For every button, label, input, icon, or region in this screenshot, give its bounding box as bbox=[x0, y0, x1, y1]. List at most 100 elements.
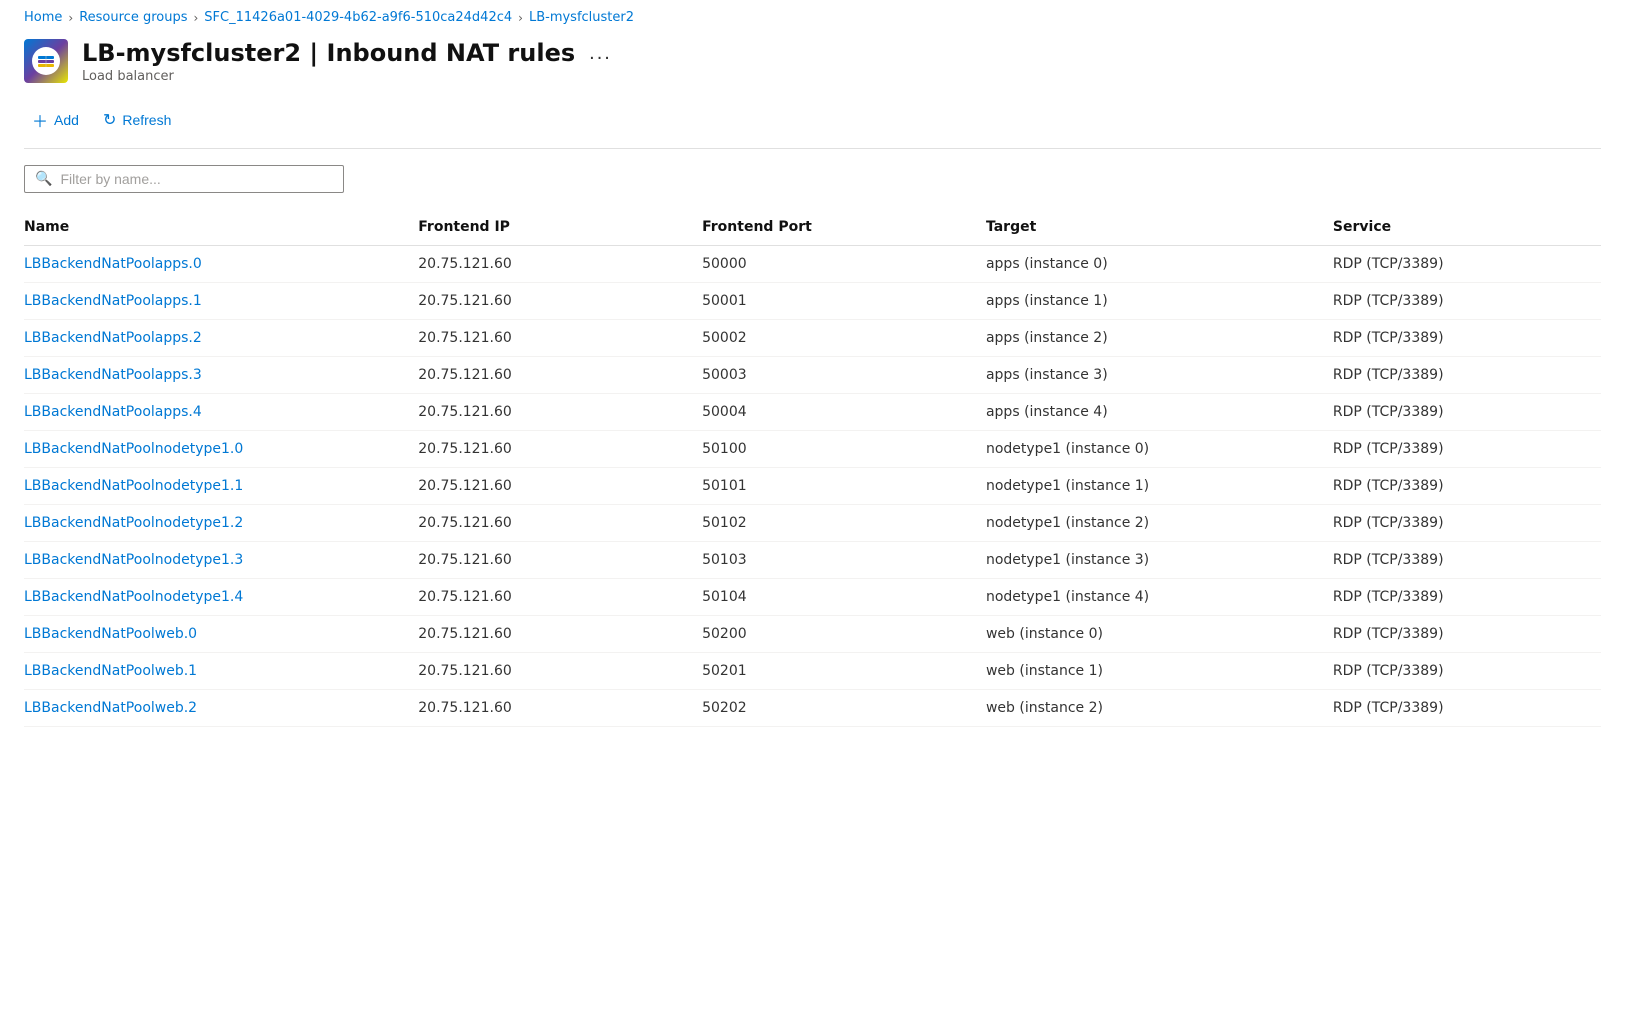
col-header-service: Service bbox=[1333, 209, 1601, 246]
cell-target: apps (instance 2) bbox=[986, 320, 1333, 357]
cell-service: RDP (TCP/3389) bbox=[1333, 505, 1601, 542]
nat-rule-link[interactable]: LBBackendNatPoolnodetype1.1 bbox=[24, 478, 243, 494]
cell-frontend-ip: 20.75.121.60 bbox=[418, 468, 702, 505]
cell-target: apps (instance 1) bbox=[986, 283, 1333, 320]
cell-frontend-port: 50201 bbox=[702, 653, 986, 690]
nat-rule-link[interactable]: LBBackendNatPoolnodetype1.3 bbox=[24, 552, 243, 568]
table-row: LBBackendNatPoolnodetype1.4 20.75.121.60… bbox=[24, 579, 1601, 616]
resource-icon bbox=[24, 39, 68, 83]
nat-rule-link[interactable]: LBBackendNatPoolapps.2 bbox=[24, 330, 202, 346]
nat-rule-link[interactable]: LBBackendNatPoolnodetype1.4 bbox=[24, 589, 243, 605]
breadcrumb-sep-1: › bbox=[68, 11, 73, 25]
cell-target: web (instance 0) bbox=[986, 616, 1333, 653]
cell-name: LBBackendNatPoolweb.0 bbox=[24, 616, 418, 653]
add-label: Add bbox=[54, 112, 79, 128]
cell-frontend-ip: 20.75.121.60 bbox=[418, 246, 702, 283]
cell-name: LBBackendNatPoolnodetype1.3 bbox=[24, 542, 418, 579]
cell-name: LBBackendNatPoolapps.2 bbox=[24, 320, 418, 357]
cell-frontend-ip: 20.75.121.60 bbox=[418, 320, 702, 357]
search-icon: 🔍 bbox=[35, 171, 52, 187]
cell-frontend-port: 50002 bbox=[702, 320, 986, 357]
cell-frontend-port: 50200 bbox=[702, 616, 986, 653]
nat-rule-link[interactable]: LBBackendNatPoolweb.2 bbox=[24, 700, 197, 716]
cell-service: RDP (TCP/3389) bbox=[1333, 320, 1601, 357]
page-title: LB-mysfcluster2 | Inbound NAT rules ... bbox=[82, 39, 616, 67]
cell-frontend-port: 50104 bbox=[702, 579, 986, 616]
cell-name: LBBackendNatPoolnodetype1.2 bbox=[24, 505, 418, 542]
breadcrumb: Home › Resource groups › SFC_11426a01-40… bbox=[0, 0, 1625, 31]
cell-name: LBBackendNatPoolnodetype1.1 bbox=[24, 468, 418, 505]
nat-rule-link[interactable]: LBBackendNatPoolweb.0 bbox=[24, 626, 197, 642]
cell-service: RDP (TCP/3389) bbox=[1333, 653, 1601, 690]
cell-frontend-ip: 20.75.121.60 bbox=[418, 357, 702, 394]
table-row: LBBackendNatPoolnodetype1.1 20.75.121.60… bbox=[24, 468, 1601, 505]
nat-rule-link[interactable]: LBBackendNatPoolapps.1 bbox=[24, 293, 202, 309]
cell-service: RDP (TCP/3389) bbox=[1333, 616, 1601, 653]
table-row: LBBackendNatPoolapps.1 20.75.121.60 5000… bbox=[24, 283, 1601, 320]
filter-container: 🔍 bbox=[24, 165, 344, 193]
filter-row: 🔍 bbox=[24, 165, 1601, 193]
cell-target: web (instance 2) bbox=[986, 690, 1333, 727]
nat-rule-link[interactable]: LBBackendNatPoolapps.4 bbox=[24, 404, 202, 420]
cell-target: nodetype1 (instance 0) bbox=[986, 431, 1333, 468]
breadcrumb-resource-groups[interactable]: Resource groups bbox=[79, 10, 187, 25]
refresh-label: Refresh bbox=[122, 112, 171, 128]
cell-frontend-ip: 20.75.121.60 bbox=[418, 505, 702, 542]
col-header-frontend-port: Frontend Port bbox=[702, 209, 986, 246]
add-button[interactable]: ＋ Add bbox=[24, 104, 87, 136]
nat-rules-table: Name Frontend IP Frontend Port Target Se… bbox=[24, 209, 1601, 727]
cell-service: RDP (TCP/3389) bbox=[1333, 394, 1601, 431]
refresh-icon: ↻ bbox=[103, 110, 116, 130]
cell-target: nodetype1 (instance 2) bbox=[986, 505, 1333, 542]
table-row: LBBackendNatPoolweb.2 20.75.121.60 50202… bbox=[24, 690, 1601, 727]
cell-name: LBBackendNatPoolapps.1 bbox=[24, 283, 418, 320]
breadcrumb-subscription[interactable]: SFC_11426a01-4029-4b62-a9f6-510ca24d42c4 bbox=[204, 10, 512, 25]
cell-name: LBBackendNatPoolnodetype1.0 bbox=[24, 431, 418, 468]
cell-target: nodetype1 (instance 3) bbox=[986, 542, 1333, 579]
main-content: 🔍 Name Frontend IP Frontend Port Target … bbox=[0, 149, 1625, 743]
cell-target: apps (instance 3) bbox=[986, 357, 1333, 394]
nat-rule-link[interactable]: LBBackendNatPoolnodetype1.2 bbox=[24, 515, 243, 531]
cell-name: LBBackendNatPoolweb.2 bbox=[24, 690, 418, 727]
nat-rule-link[interactable]: LBBackendNatPoolapps.0 bbox=[24, 256, 202, 272]
cell-frontend-port: 50004 bbox=[702, 394, 986, 431]
cell-target: apps (instance 4) bbox=[986, 394, 1333, 431]
resource-type-label: Load balancer bbox=[82, 69, 616, 84]
cell-name: LBBackendNatPoolnodetype1.4 bbox=[24, 579, 418, 616]
table-body: LBBackendNatPoolapps.0 20.75.121.60 5000… bbox=[24, 246, 1601, 727]
breadcrumb-resource[interactable]: LB-mysfcluster2 bbox=[529, 10, 634, 25]
table-header: Name Frontend IP Frontend Port Target Se… bbox=[24, 209, 1601, 246]
cell-frontend-port: 50102 bbox=[702, 505, 986, 542]
cell-name: LBBackendNatPoolweb.1 bbox=[24, 653, 418, 690]
nat-rule-link[interactable]: LBBackendNatPoolnodetype1.0 bbox=[24, 441, 243, 457]
cell-frontend-ip: 20.75.121.60 bbox=[418, 394, 702, 431]
header-text: LB-mysfcluster2 | Inbound NAT rules ... … bbox=[82, 39, 616, 84]
page-header: LB-mysfcluster2 | Inbound NAT rules ... … bbox=[0, 31, 1625, 96]
breadcrumb-home[interactable]: Home bbox=[24, 10, 62, 25]
table-row: LBBackendNatPoolweb.1 20.75.121.60 50201… bbox=[24, 653, 1601, 690]
cell-target: nodetype1 (instance 1) bbox=[986, 468, 1333, 505]
nat-rule-link[interactable]: LBBackendNatPoolapps.3 bbox=[24, 367, 202, 383]
cell-service: RDP (TCP/3389) bbox=[1333, 431, 1601, 468]
page-title-text: LB-mysfcluster2 | Inbound NAT rules bbox=[82, 39, 575, 67]
more-options-button[interactable]: ... bbox=[585, 42, 616, 65]
cell-frontend-port: 50202 bbox=[702, 690, 986, 727]
cell-name: LBBackendNatPoolapps.3 bbox=[24, 357, 418, 394]
table-row: LBBackendNatPoolweb.0 20.75.121.60 50200… bbox=[24, 616, 1601, 653]
cell-frontend-ip: 20.75.121.60 bbox=[418, 690, 702, 727]
table-row: LBBackendNatPoolapps.0 20.75.121.60 5000… bbox=[24, 246, 1601, 283]
col-header-name: Name bbox=[24, 209, 418, 246]
cell-frontend-port: 50100 bbox=[702, 431, 986, 468]
col-header-frontend-ip: Frontend IP bbox=[418, 209, 702, 246]
table-row: LBBackendNatPoolnodetype1.3 20.75.121.60… bbox=[24, 542, 1601, 579]
toolbar: ＋ Add ↻ Refresh bbox=[0, 96, 1625, 148]
cell-frontend-port: 50103 bbox=[702, 542, 986, 579]
breadcrumb-sep-3: › bbox=[518, 11, 523, 25]
filter-input[interactable] bbox=[60, 171, 333, 187]
nat-rule-link[interactable]: LBBackendNatPoolweb.1 bbox=[24, 663, 197, 679]
cell-name: LBBackendNatPoolapps.0 bbox=[24, 246, 418, 283]
refresh-button[interactable]: ↻ Refresh bbox=[95, 106, 179, 134]
cell-service: RDP (TCP/3389) bbox=[1333, 579, 1601, 616]
cell-frontend-port: 50001 bbox=[702, 283, 986, 320]
table-row: LBBackendNatPoolapps.4 20.75.121.60 5000… bbox=[24, 394, 1601, 431]
